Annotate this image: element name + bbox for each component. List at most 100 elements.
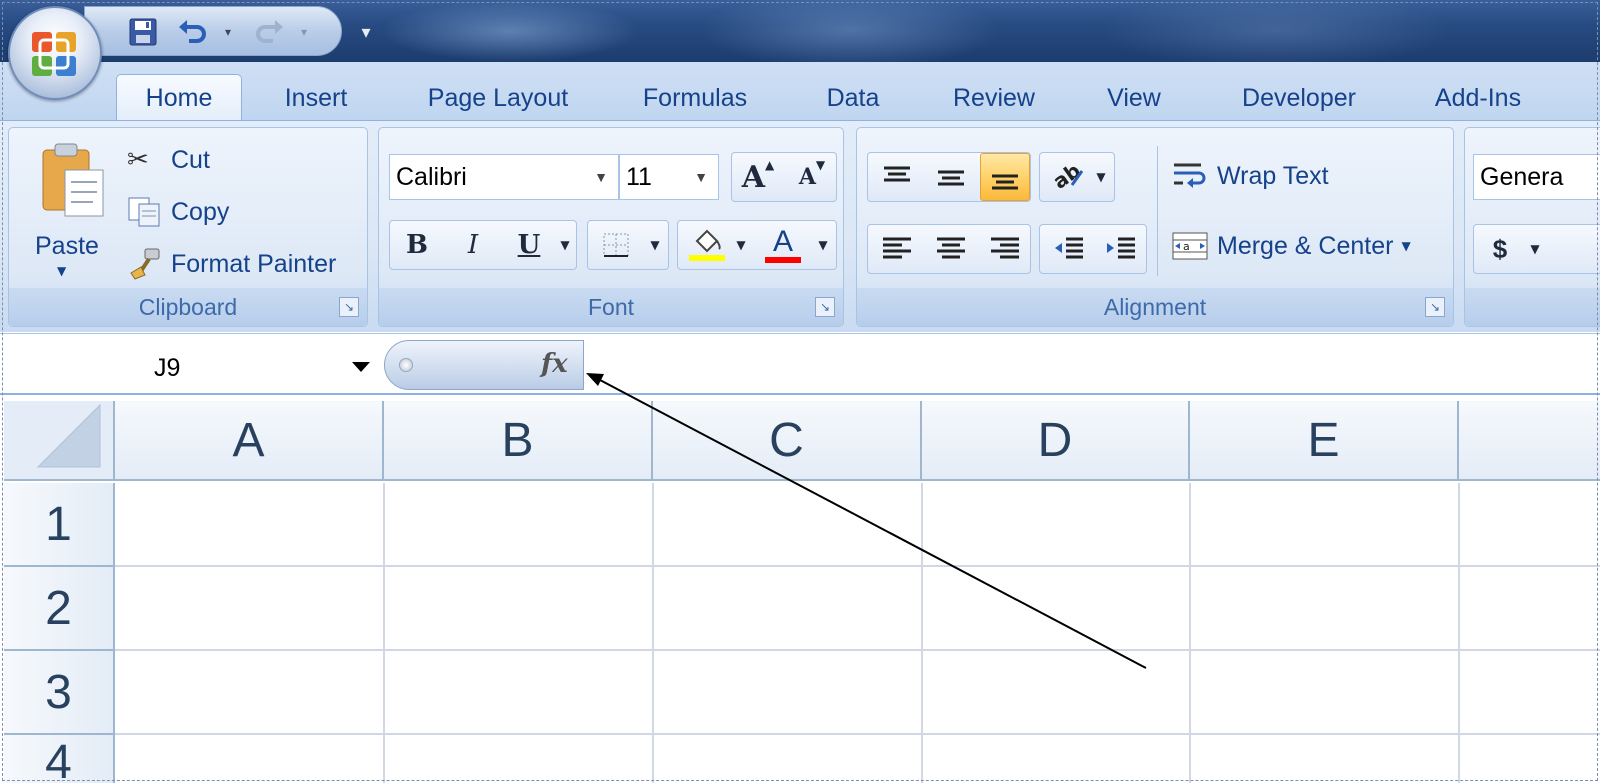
text-orientation-icon: ab — [1046, 153, 1090, 201]
formula-input[interactable] — [588, 338, 1596, 392]
format-painter-button[interactable]: Format Painter — [127, 244, 336, 284]
cut-label: Cut — [171, 145, 210, 174]
column-header-b[interactable]: B — [384, 401, 653, 481]
tab-page-layout[interactable]: Page Layout — [410, 74, 586, 122]
format-painter-label: Format Painter — [171, 249, 337, 278]
orientation-button[interactable]: ab ▼ — [1039, 152, 1115, 202]
chevron-down-icon[interactable]: ▼ — [594, 169, 608, 185]
bold-button[interactable]: B — [392, 221, 442, 269]
font-color-icon: A — [772, 225, 793, 258]
align-left-icon[interactable] — [872, 225, 922, 273]
align-bottom-icon[interactable] — [980, 153, 1030, 201]
select-all-button[interactable] — [4, 401, 115, 481]
merge-center-icon: a — [1172, 232, 1208, 260]
accounting-format-button[interactable]: $ ▼ — [1473, 224, 1600, 274]
number-group: Genera $ ▼ — [1464, 127, 1600, 327]
chevron-down-icon[interactable] — [352, 362, 370, 372]
vertical-align-buttons — [867, 152, 1031, 202]
save-icon[interactable] — [125, 17, 161, 47]
alignment-group: ab ▼ Wrap Text a Merge & Center ▼ Alignm… — [856, 127, 1454, 327]
cell-area[interactable] — [117, 485, 1600, 783]
paint-bucket-icon — [689, 229, 725, 261]
tab-add-ins[interactable]: Add-Ins — [1418, 74, 1538, 122]
insert-function-button[interactable]: fx — [541, 349, 568, 379]
copy-button[interactable]: Copy — [127, 192, 229, 232]
paste-label: Paste — [35, 232, 99, 260]
column-header-a[interactable]: A — [115, 401, 384, 481]
redo-icon — [251, 17, 287, 47]
chevron-down-icon[interactable]: ▼ — [1090, 153, 1112, 201]
column-header-d[interactable]: D — [922, 401, 1190, 481]
borders-button[interactable]: ▼ — [587, 220, 669, 270]
tab-developer[interactable]: Developer — [1224, 74, 1374, 122]
copy-label: Copy — [171, 197, 230, 226]
name-box[interactable]: J9 — [4, 344, 374, 388]
chevron-down-icon[interactable]: ▼ — [1401, 239, 1410, 253]
row-header-2[interactable]: 2 — [4, 567, 115, 651]
chevron-down-icon[interactable]: ▼ — [732, 221, 750, 269]
paste-button[interactable]: Paste ▼ — [23, 136, 113, 296]
fill-color-button[interactable] — [684, 221, 730, 269]
title-glow — [380, 0, 640, 62]
select-all-triangle-icon — [36, 403, 101, 468]
tab-data[interactable]: Data — [812, 74, 894, 122]
column-header-e[interactable]: E — [1190, 401, 1459, 481]
align-center-icon[interactable] — [926, 225, 976, 273]
tab-view[interactable]: View — [1092, 74, 1176, 122]
chevron-down-icon[interactable]: ▼ — [554, 221, 576, 269]
currency-icon: $ — [1492, 233, 1508, 264]
office-button[interactable] — [8, 6, 102, 100]
chevron-down-icon[interactable]: ▼ — [694, 169, 708, 185]
paste-icon — [42, 143, 104, 217]
row-header-1[interactable]: 1 — [4, 483, 115, 567]
align-right-icon[interactable] — [980, 225, 1030, 273]
column-header-next[interactable] — [1459, 401, 1600, 481]
row-header-3[interactable]: 3 — [4, 651, 115, 735]
align-top-icon[interactable] — [872, 153, 922, 201]
indent-buttons — [1039, 224, 1147, 274]
color-buttons: ▼ A ▼ — [677, 220, 837, 270]
dialog-launcher-icon[interactable]: ↘ — [815, 297, 835, 317]
svg-text:a: a — [1183, 240, 1190, 253]
paste-dropdown-icon[interactable]: ▼ — [57, 264, 66, 278]
chevron-down-icon[interactable]: ▼ — [812, 221, 834, 269]
font-name-combo[interactable]: Calibri ▼ — [389, 154, 619, 200]
align-middle-icon[interactable] — [926, 153, 976, 201]
column-header-c[interactable]: C — [653, 401, 922, 481]
undo-icon[interactable] — [175, 17, 211, 47]
customize-qat-icon[interactable]: ▾ — [352, 18, 380, 46]
increase-indent-icon[interactable] — [1096, 225, 1146, 273]
tab-home[interactable]: Home — [116, 74, 242, 122]
font-size-value: 11 — [626, 162, 652, 191]
dialog-launcher-icon[interactable]: ↘ — [1425, 297, 1445, 317]
shrink-font-icon: A — [798, 164, 816, 190]
dialog-launcher-icon[interactable]: ↘ — [339, 297, 359, 317]
font-group-label: Font — [379, 288, 843, 326]
office-logo-icon — [32, 32, 76, 76]
separator — [1157, 146, 1158, 276]
number-format-value: Genera — [1480, 162, 1564, 191]
grow-font-button[interactable]: A ▲ — [732, 153, 784, 201]
cut-button[interactable]: ✂ Cut — [127, 140, 210, 180]
font-color-button[interactable]: A — [760, 221, 806, 269]
wrap-text-button[interactable]: Wrap Text — [1171, 156, 1329, 196]
underline-button[interactable]: U — [504, 221, 554, 269]
decrease-indent-icon[interactable] — [1044, 225, 1094, 273]
chevron-down-icon[interactable]: ▼ — [1524, 225, 1546, 273]
tab-formulas[interactable]: Formulas — [628, 74, 762, 122]
shrink-font-button[interactable]: A ▼ — [786, 153, 838, 201]
undo-dropdown-icon[interactable]: ▾ — [219, 17, 237, 47]
number-format-combo[interactable]: Genera — [1473, 154, 1600, 200]
tab-review[interactable]: Review — [940, 74, 1048, 122]
wrap-text-icon — [1174, 163, 1206, 188]
chevron-down-icon[interactable]: ▼ — [644, 221, 666, 269]
font-size-combo[interactable]: 11 ▼ — [619, 154, 719, 200]
tab-insert[interactable]: Insert — [268, 74, 364, 122]
name-box-value: J9 — [154, 354, 181, 382]
italic-button[interactable]: I — [448, 221, 498, 269]
formula-bar-grip-icon[interactable] — [399, 358, 413, 372]
font-color-swatch — [765, 257, 801, 263]
font-group: Calibri ▼ 11 ▼ A ▲ A ▼ B I U ▼ ▼ ▼ A ▼ F… — [378, 127, 844, 327]
merge-center-button[interactable]: a Merge & Center ▼ — [1171, 226, 1411, 266]
row-header-4[interactable]: 4 — [4, 735, 115, 783]
